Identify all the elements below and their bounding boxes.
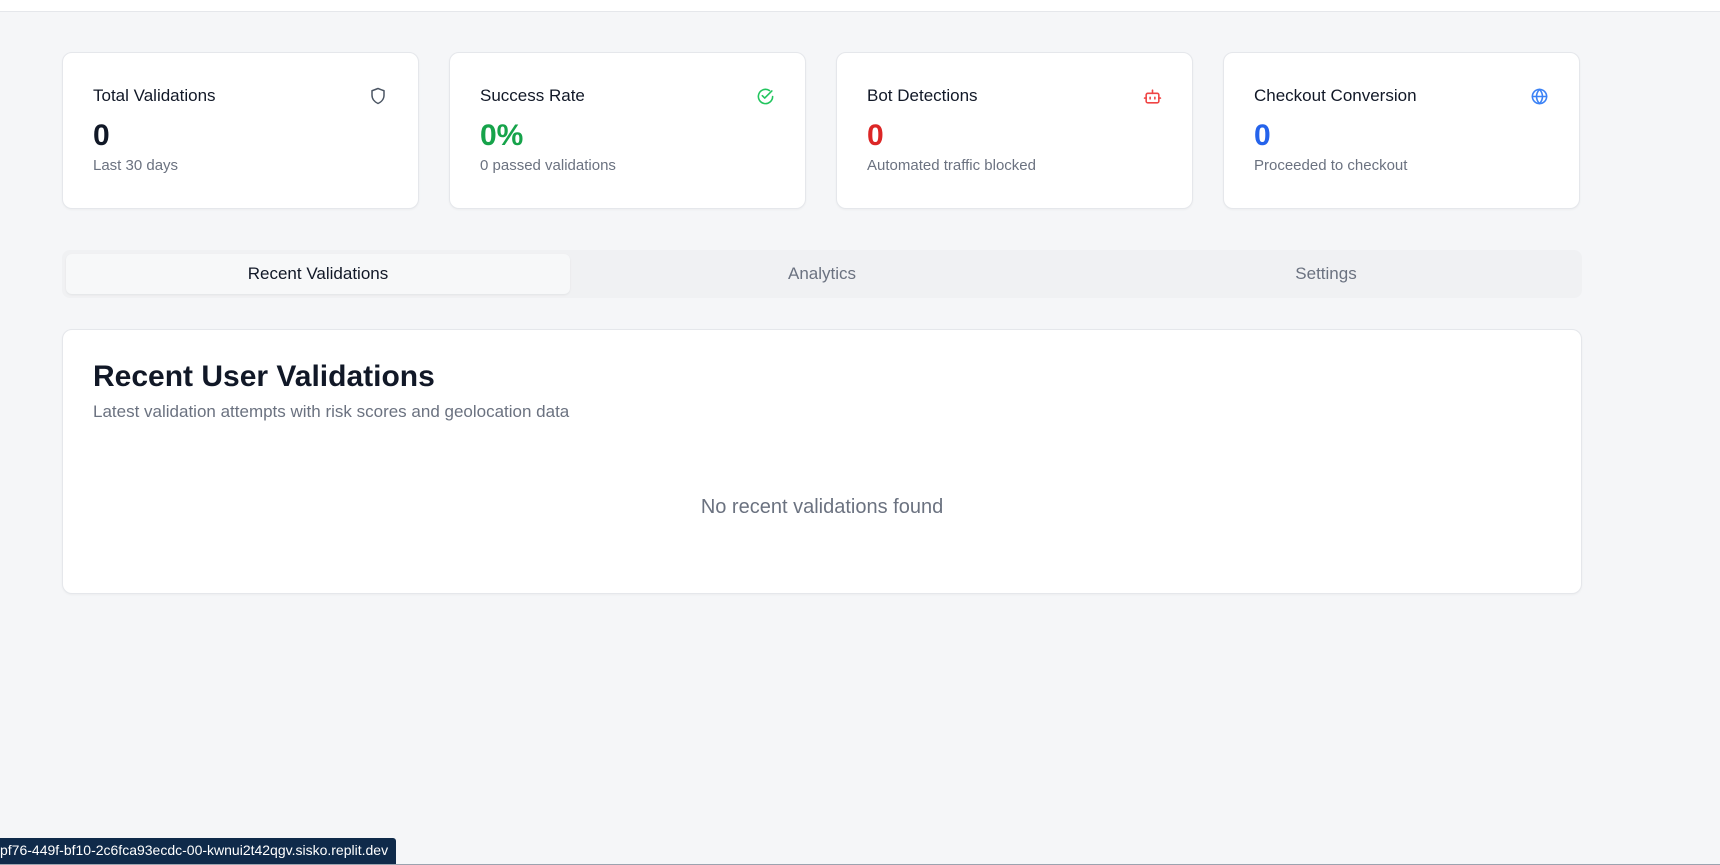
stat-value: 0 [1254, 119, 1271, 152]
shield-icon [368, 86, 388, 106]
stat-title: Checkout Conversion [1254, 86, 1417, 105]
stat-subtitle: Automated traffic blocked [867, 157, 1036, 174]
stat-card-success-rate: Success Rate 0% 0 passed validations [449, 52, 806, 209]
stat-card-bot-detections: Bot Detections 0 Automated traffic block… [836, 52, 1193, 209]
stat-card-checkout-conversion: Checkout Conversion 0 Proceeded to check… [1223, 52, 1580, 209]
empty-state-message: No recent validations found [700, 496, 944, 518]
link-status-url: pf76-449f-bf10-2c6fca93ecdc-00-kwnui2t42… [0, 838, 397, 864]
stats-row: Total Validations 0 Last 30 days Success… [62, 52, 1582, 209]
tab-analytics[interactable]: Analytics [570, 254, 1074, 294]
panel-title: Recent User Validations [93, 360, 435, 393]
check-circle-icon [755, 86, 775, 106]
bot-icon [1142, 86, 1162, 106]
panel-description: Latest validation attempts with risk sco… [93, 402, 570, 421]
stat-subtitle: 0 passed validations [480, 157, 616, 174]
stat-title: Total Validations [93, 86, 216, 105]
stat-value: 0% [480, 119, 524, 152]
stat-subtitle: Proceeded to checkout [1254, 157, 1408, 174]
stat-subtitle: Last 30 days [93, 157, 179, 174]
header-bar [0, 0, 1720, 12]
stat-value: 0 [93, 119, 110, 152]
tab-recent-validations[interactable]: Recent Validations [66, 254, 570, 294]
stat-title: Success Rate [480, 86, 585, 105]
recent-validations-panel: Recent User Validations Latest validatio… [62, 329, 1582, 594]
tab-settings[interactable]: Settings [1074, 254, 1578, 294]
dashboard-content: Total Validations 0 Last 30 days Success… [62, 52, 1582, 594]
globe-icon [1529, 86, 1549, 106]
app-viewport: Total Validations 0 Last 30 days Success… [0, 0, 1720, 865]
stat-value: 0 [867, 119, 884, 152]
stat-title: Bot Detections [867, 86, 978, 105]
tab-list: Recent Validations Analytics Settings [62, 250, 1582, 298]
stat-card-total-validations: Total Validations 0 Last 30 days [62, 52, 419, 209]
